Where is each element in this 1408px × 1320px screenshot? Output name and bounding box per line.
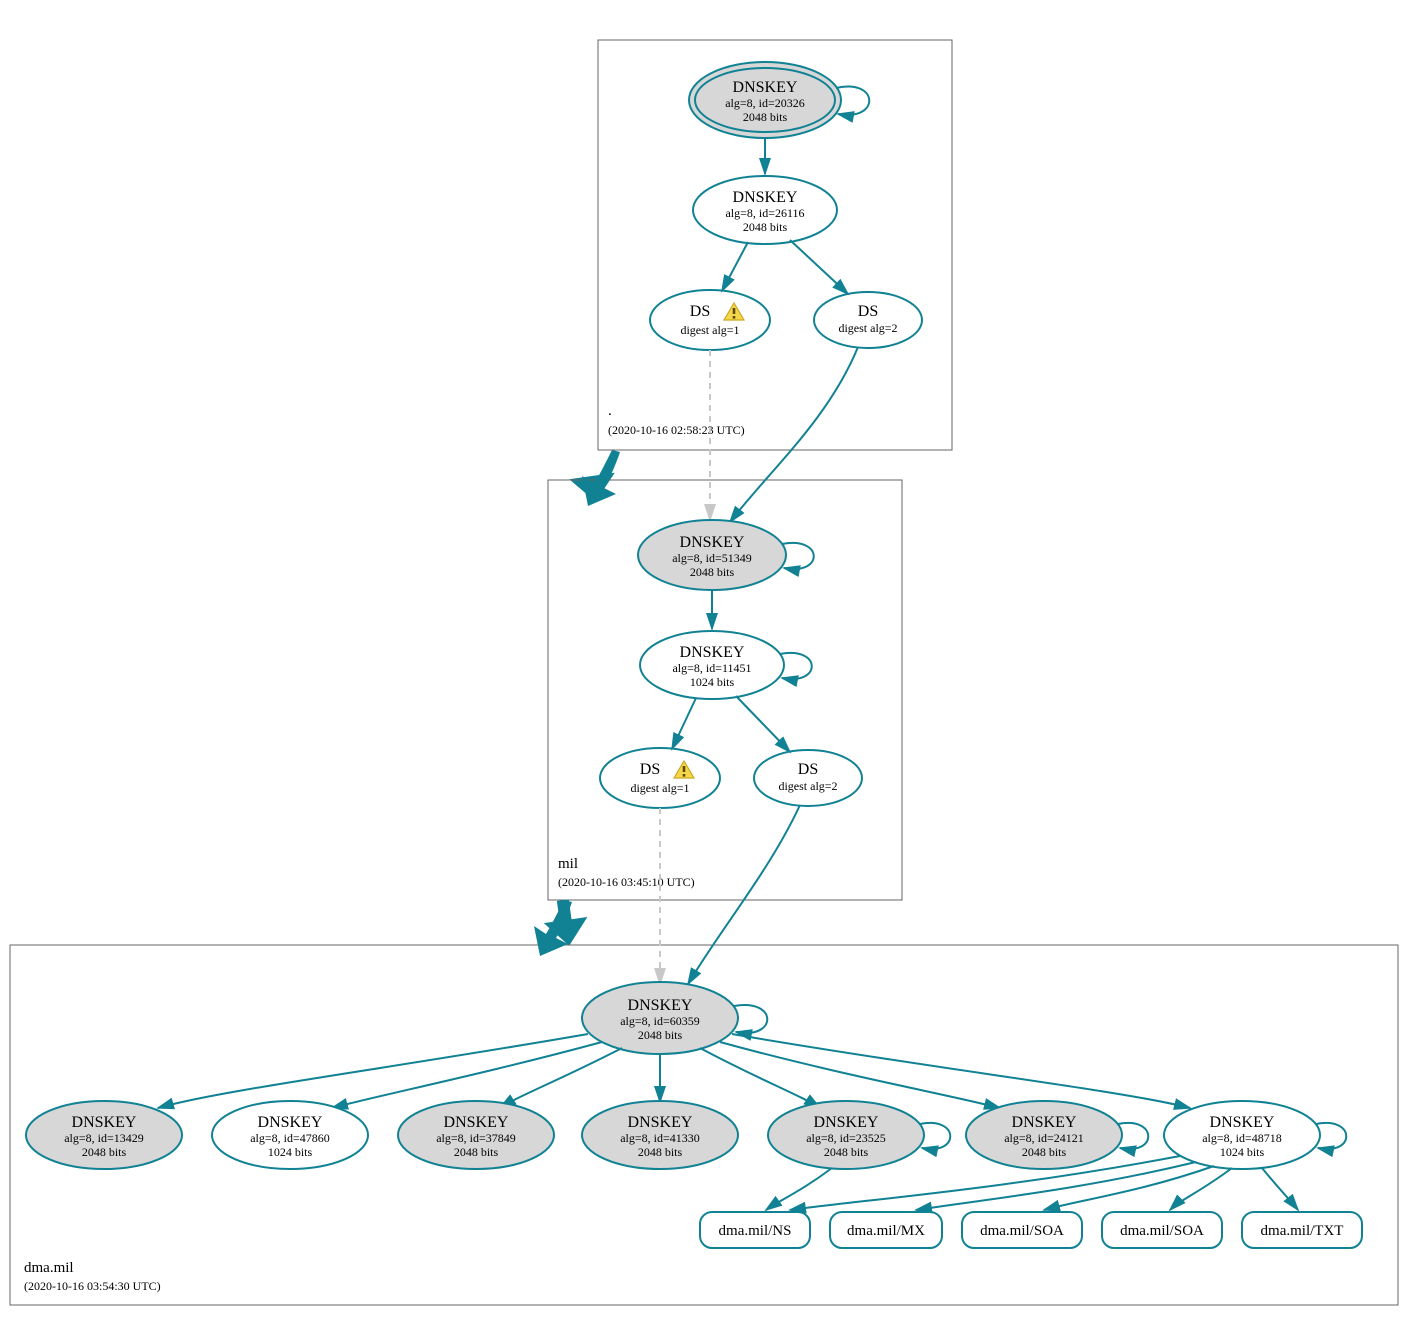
svg-text:2048 bits: 2048 bits xyxy=(638,1145,683,1159)
edge-k48718-txt xyxy=(1262,1168,1298,1210)
node-root-ds2: DS digest alg=2 xyxy=(814,292,922,348)
rrset-soa1: dma.mil/SOA xyxy=(962,1212,1082,1248)
edge-root-zsk-ds1 xyxy=(722,242,748,291)
edge-ksk-k47860 xyxy=(332,1042,602,1108)
node-root-ds1: DS digest alg=1 xyxy=(650,290,770,350)
svg-text:1024 bits: 1024 bits xyxy=(690,675,735,689)
zone-mil-timestamp: (2020-10-16 03:45:10 UTC) xyxy=(558,875,695,889)
edge-k23525-ns xyxy=(766,1168,832,1210)
node-dma-ksk: DNSKEY alg=8, id=60359 2048 bits xyxy=(582,982,738,1054)
dnssec-graph: . (2020-10-16 02:58:23 UTC) DNSKEY alg=8… xyxy=(0,0,1408,1320)
zone-root-name: . xyxy=(608,403,612,419)
svg-text:2048 bits: 2048 bits xyxy=(638,1028,683,1042)
svg-text:DNSKEY: DNSKEY xyxy=(680,644,745,661)
svg-text:digest alg=2: digest alg=2 xyxy=(838,321,897,335)
svg-text:alg=8, id=11451: alg=8, id=11451 xyxy=(672,661,751,675)
svg-text:alg=8, id=24121: alg=8, id=24121 xyxy=(1004,1131,1084,1145)
svg-text:dma.mil/SOA: dma.mil/SOA xyxy=(980,1223,1064,1239)
svg-text:digest alg=1: digest alg=1 xyxy=(680,323,739,337)
node-mil-ds1: DS digest alg=1 xyxy=(600,748,720,808)
node-dma-k24121: DNSKEY alg=8, id=24121 2048 bits xyxy=(966,1101,1122,1169)
rrset-mx: dma.mil/MX xyxy=(830,1212,942,1248)
svg-text:DS: DS xyxy=(640,761,660,778)
node-mil-zsk: DNSKEY alg=8, id=11451 1024 bits xyxy=(640,631,784,699)
svg-text:alg=8, id=37849: alg=8, id=37849 xyxy=(436,1131,516,1145)
svg-text:digest alg=2: digest alg=2 xyxy=(778,779,837,793)
zone-dma-name: dma.mil xyxy=(24,1260,74,1276)
svg-text:alg=8, id=51349: alg=8, id=51349 xyxy=(672,551,752,565)
svg-text:dma.mil/TXT: dma.mil/TXT xyxy=(1261,1223,1344,1239)
node-mil-ds2: DS digest alg=2 xyxy=(754,750,862,806)
svg-text:alg=8, id=26116: alg=8, id=26116 xyxy=(725,206,804,220)
rrset-soa2: dma.mil/SOA xyxy=(1102,1212,1222,1248)
svg-text:DNSKEY: DNSKEY xyxy=(444,1114,509,1131)
svg-text:DS: DS xyxy=(858,303,878,320)
edge-dma-ksk-self xyxy=(734,1005,767,1033)
svg-text:digest alg=1: digest alg=1 xyxy=(630,781,689,795)
edge-ksk-k24121 xyxy=(720,1042,1000,1108)
svg-text:2048 bits: 2048 bits xyxy=(743,110,788,124)
rrset-txt: dma.mil/TXT xyxy=(1242,1212,1362,1248)
svg-text:2048 bits: 2048 bits xyxy=(824,1145,869,1159)
zone-dma-timestamp: (2020-10-16 03:54:30 UTC) xyxy=(24,1279,161,1293)
svg-text:DNSKEY: DNSKEY xyxy=(680,534,745,551)
zone-mil-name: mil xyxy=(558,856,578,872)
edge-root-ds2-mil-ksk xyxy=(730,347,858,522)
edge-mil-ds2-dma-ksk xyxy=(688,805,800,984)
svg-text:2048 bits: 2048 bits xyxy=(690,565,735,579)
svg-text:1024 bits: 1024 bits xyxy=(1220,1145,1265,1159)
svg-text:2048 bits: 2048 bits xyxy=(82,1145,127,1159)
rrset-ns: dma.mil/NS xyxy=(700,1212,810,1248)
svg-text:alg=8, id=20326: alg=8, id=20326 xyxy=(725,96,805,110)
node-root-zsk: DNSKEY alg=8, id=26116 2048 bits xyxy=(693,176,837,244)
svg-text:DS: DS xyxy=(798,761,818,778)
svg-text:alg=8, id=23525: alg=8, id=23525 xyxy=(806,1131,886,1145)
svg-text:2048 bits: 2048 bits xyxy=(743,220,788,234)
edge-ksk-k37849 xyxy=(500,1048,622,1108)
svg-text:DNSKEY: DNSKEY xyxy=(628,1114,693,1131)
svg-text:DNSKEY: DNSKEY xyxy=(258,1114,323,1131)
edge-ksk-k23525 xyxy=(700,1048,820,1108)
svg-text:DNSKEY: DNSKEY xyxy=(72,1114,137,1131)
node-dma-k37849: DNSKEY alg=8, id=37849 2048 bits xyxy=(398,1101,554,1169)
svg-text:dma.mil/NS: dma.mil/NS xyxy=(719,1223,792,1239)
svg-text:dma.mil/MX: dma.mil/MX xyxy=(847,1223,925,1239)
node-dma-k23525: DNSKEY alg=8, id=23525 2048 bits xyxy=(768,1101,924,1169)
svg-text:DNSKEY: DNSKEY xyxy=(628,997,693,1014)
node-dma-k13429: DNSKEY alg=8, id=13429 2048 bits xyxy=(26,1101,182,1169)
svg-text:alg=8, id=60359: alg=8, id=60359 xyxy=(620,1014,700,1028)
svg-text:dma.mil/SOA: dma.mil/SOA xyxy=(1120,1223,1204,1239)
edge-mil-zsk-ds1 xyxy=(672,698,696,749)
svg-text:alg=8, id=47860: alg=8, id=47860 xyxy=(250,1131,330,1145)
edge-mil-zsk-ds2 xyxy=(736,696,790,752)
svg-text:alg=8, id=41330: alg=8, id=41330 xyxy=(620,1131,700,1145)
svg-text:2048 bits: 2048 bits xyxy=(454,1145,499,1159)
edge-root-zsk-ds2 xyxy=(790,240,848,294)
svg-text:2048 bits: 2048 bits xyxy=(1022,1145,1067,1159)
node-mil-ksk: DNSKEY alg=8, id=51349 2048 bits xyxy=(638,520,786,590)
svg-text:alg=8, id=13429: alg=8, id=13429 xyxy=(64,1131,144,1145)
svg-text:1024 bits: 1024 bits xyxy=(268,1145,313,1159)
svg-text:alg=8, id=48718: alg=8, id=48718 xyxy=(1202,1131,1282,1145)
node-root-ksk: DNSKEY alg=8, id=20326 2048 bits xyxy=(689,62,841,138)
edge-k48718-soa2 xyxy=(1170,1168,1232,1210)
node-dma-k47860: DNSKEY alg=8, id=47860 1024 bits xyxy=(212,1101,368,1169)
node-dma-k48718: DNSKEY alg=8, id=48718 1024 bits xyxy=(1164,1101,1320,1169)
svg-text:DNSKEY: DNSKEY xyxy=(814,1114,879,1131)
svg-text:DNSKEY: DNSKEY xyxy=(1210,1114,1275,1131)
svg-text:DNSKEY: DNSKEY xyxy=(1012,1114,1077,1131)
node-dma-k41330: DNSKEY alg=8, id=41330 2048 bits xyxy=(582,1101,738,1169)
svg-text:DNSKEY: DNSKEY xyxy=(733,79,798,96)
svg-text:DS: DS xyxy=(690,303,710,320)
zone-root-timestamp: (2020-10-16 02:58:23 UTC) xyxy=(608,423,745,437)
svg-text:DNSKEY: DNSKEY xyxy=(733,189,798,206)
